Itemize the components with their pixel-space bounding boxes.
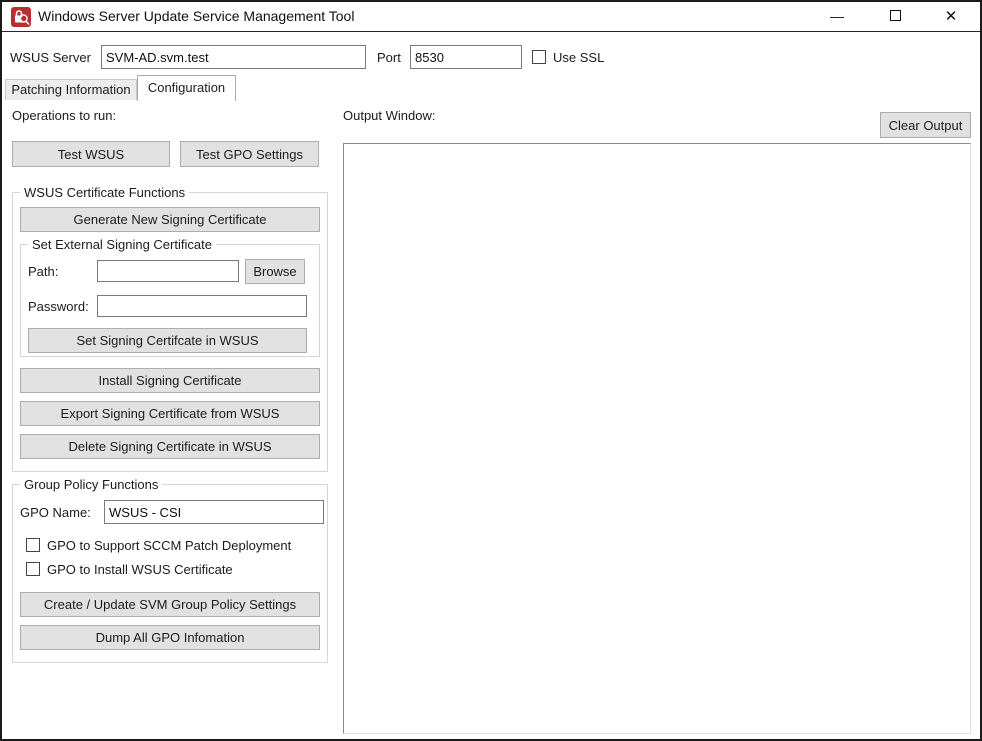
path-label: Path: [28,264,58,279]
test-gpo-settings-button[interactable]: Test GPO Settings [180,141,319,167]
delete-signing-certificate-button[interactable]: Delete Signing Certificate in WSUS [20,434,320,459]
wsus-certificate-functions-title: WSUS Certificate Functions [20,185,189,200]
dump-gpo-information-button[interactable]: Dump All GPO Infomation [20,625,320,650]
gpo-sccm-label: GPO to Support SCCM Patch Deployment [47,538,291,553]
output-window-label: Output Window: [343,108,436,123]
group-policy-functions-title: Group Policy Functions [20,477,162,492]
install-signing-certificate-button[interactable]: Install Signing Certificate [20,368,320,393]
gpo-sccm-checkbox[interactable] [26,538,40,552]
maximize-icon [890,10,901,21]
create-update-gpo-button[interactable]: Create / Update SVM Group Policy Setting… [20,592,320,617]
set-signing-certificate-button[interactable]: Set Signing Certifcate in WSUS [28,328,307,353]
generate-signing-certificate-button[interactable]: Generate New Signing Certificate [20,207,320,232]
use-ssl-checkbox[interactable] [532,50,546,64]
set-external-signing-certificate-title: Set External Signing Certificate [28,237,216,252]
gpo-name-input[interactable] [104,500,324,524]
browse-button[interactable]: Browse [245,259,305,284]
tab-label: Patching Information [11,82,130,97]
wsus-server-input[interactable] [101,45,366,69]
close-button[interactable]: ✕ [934,2,968,31]
gpo-install-cert-checkbox[interactable] [26,562,40,576]
export-signing-certificate-button[interactable]: Export Signing Certificate from WSUS [20,401,320,426]
gpo-install-cert-label: GPO to Install WSUS Certificate [47,562,233,577]
title-bar: Windows Server Update Service Management… [2,2,980,32]
minimize-icon: — [830,8,844,24]
path-input[interactable] [97,260,239,282]
maximize-button[interactable] [878,2,912,31]
port-label: Port [377,50,401,65]
window-title: Windows Server Update Service Management… [38,2,354,32]
wsus-server-label: WSUS Server [10,50,91,65]
use-ssl-label: Use SSL [553,50,604,65]
tab-patching-information[interactable]: Patching Information [5,79,137,100]
password-input[interactable] [97,295,307,317]
lock-magnifier-icon [11,7,31,27]
clear-output-button[interactable]: Clear Output [880,112,971,138]
operations-label: Operations to run: [12,108,116,123]
tab-label: Configuration [148,80,225,95]
port-input[interactable] [410,45,522,69]
minimize-button[interactable]: — [820,2,854,31]
output-window[interactable] [343,143,971,734]
test-wsus-button[interactable]: Test WSUS [12,141,170,167]
close-icon: ✕ [945,8,958,25]
gpo-name-label: GPO Name: [20,505,91,520]
password-label: Password: [28,299,89,314]
tab-configuration[interactable]: Configuration [137,75,236,101]
app-window: Windows Server Update Service Management… [0,0,982,741]
